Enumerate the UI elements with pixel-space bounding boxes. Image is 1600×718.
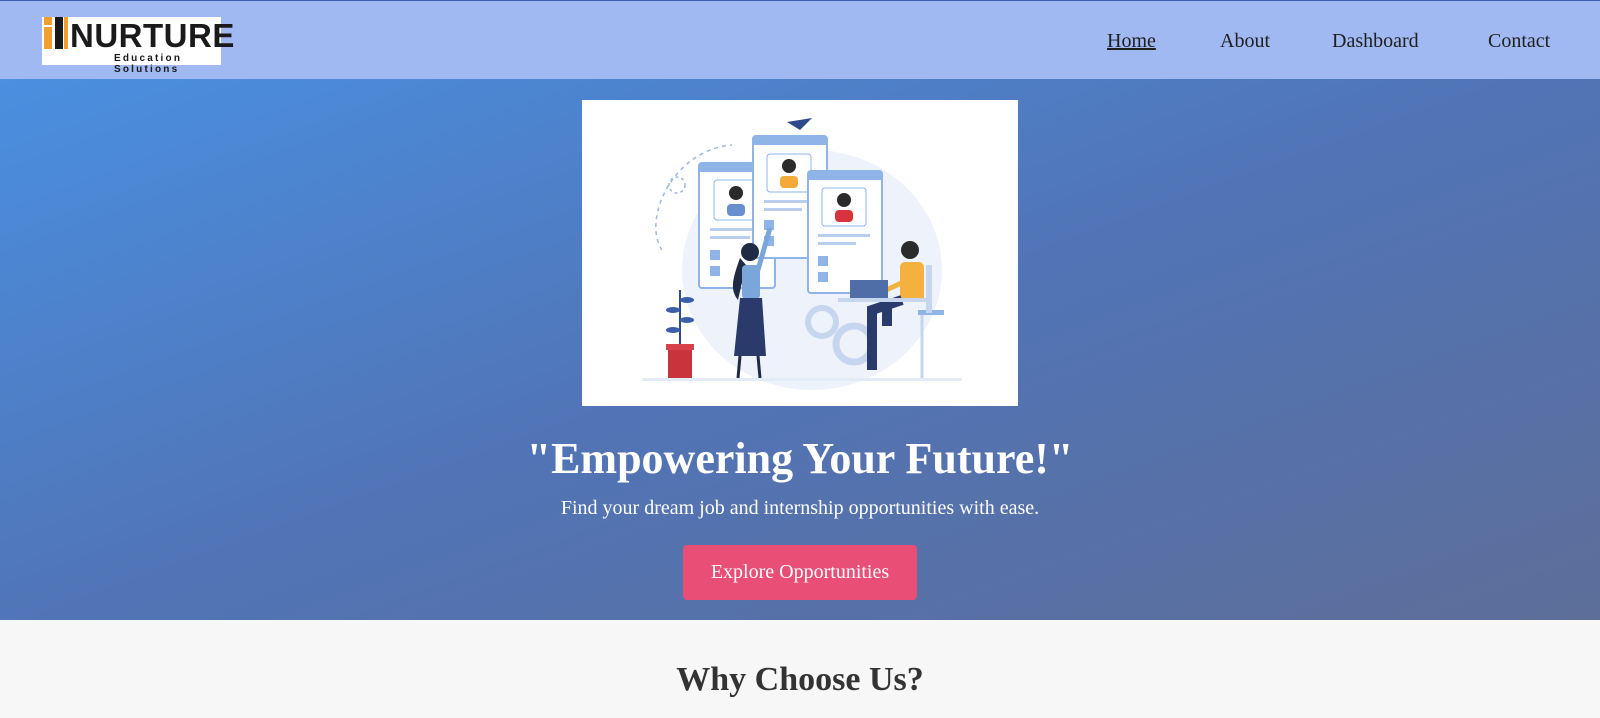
- page: NURTURE Education Solutions Home About D…: [0, 0, 1600, 718]
- logo-mark-icon: [44, 17, 68, 49]
- brand-logo[interactable]: NURTURE Education Solutions: [42, 17, 234, 75]
- viewport: NURTURE Education Solutions Home About D…: [0, 0, 1600, 718]
- section-title: Why Choose Us?: [676, 661, 924, 698]
- hero-title: "Empowering Your Future!": [526, 434, 1074, 483]
- why-choose-us-section: Why Choose Us?: [0, 620, 1600, 718]
- logo-tagline: Education Solutions: [114, 53, 183, 75]
- hero-subtitle: Find your dream job and internship oppor…: [560, 497, 1040, 519]
- job-recruitment-illustration-icon: [642, 118, 962, 390]
- explore-opportunities-button[interactable]: Explore Opportunities: [683, 545, 917, 600]
- logo-wordmark: NURTURE: [70, 17, 235, 54]
- nav-about[interactable]: About: [1220, 28, 1270, 54]
- hero-illustration: [582, 100, 1018, 406]
- nav-contact[interactable]: Contact: [1488, 28, 1550, 54]
- nav-home[interactable]: Home: [1107, 28, 1156, 54]
- nav-dashboard[interactable]: Dashboard: [1332, 28, 1419, 54]
- site-header: NURTURE Education Solutions Home About D…: [0, 0, 1600, 79]
- hero-section: "Empowering Your Future!" Find your drea…: [0, 79, 1600, 620]
